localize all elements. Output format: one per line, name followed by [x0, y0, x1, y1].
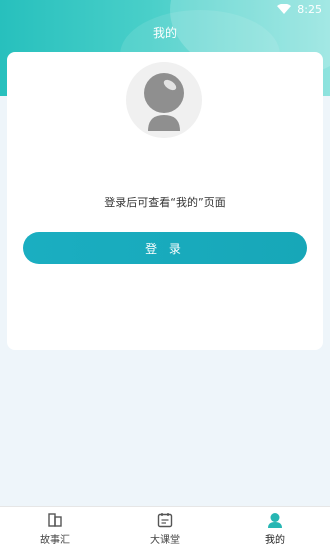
status-time: 8:25 — [297, 2, 322, 16]
status-bar: 8:25 — [0, 0, 330, 18]
login-hint-text: 登录后可查看“我的”页面 — [104, 196, 226, 209]
user-icon — [268, 513, 282, 528]
tab-label: 故事汇 — [40, 535, 70, 546]
tab-mine[interactable]: 我的 — [220, 507, 330, 550]
calendar-icon — [157, 513, 173, 528]
avatar[interactable] — [126, 62, 202, 138]
tab-classroom[interactable]: 大课堂 — [110, 507, 220, 550]
login-button[interactable]: 登 录 — [23, 232, 307, 264]
book-icon — [48, 513, 62, 527]
wifi-icon — [277, 4, 292, 14]
tab-stories[interactable]: 故事汇 — [0, 507, 110, 550]
tab-label: 我的 — [265, 535, 285, 546]
tab-label: 大课堂 — [150, 535, 180, 546]
bottom-tab-bar: 故事汇 大课堂 我的 — [0, 506, 330, 550]
page-title: 我的 — [152, 26, 177, 40]
default-avatar-icon — [144, 73, 184, 131]
